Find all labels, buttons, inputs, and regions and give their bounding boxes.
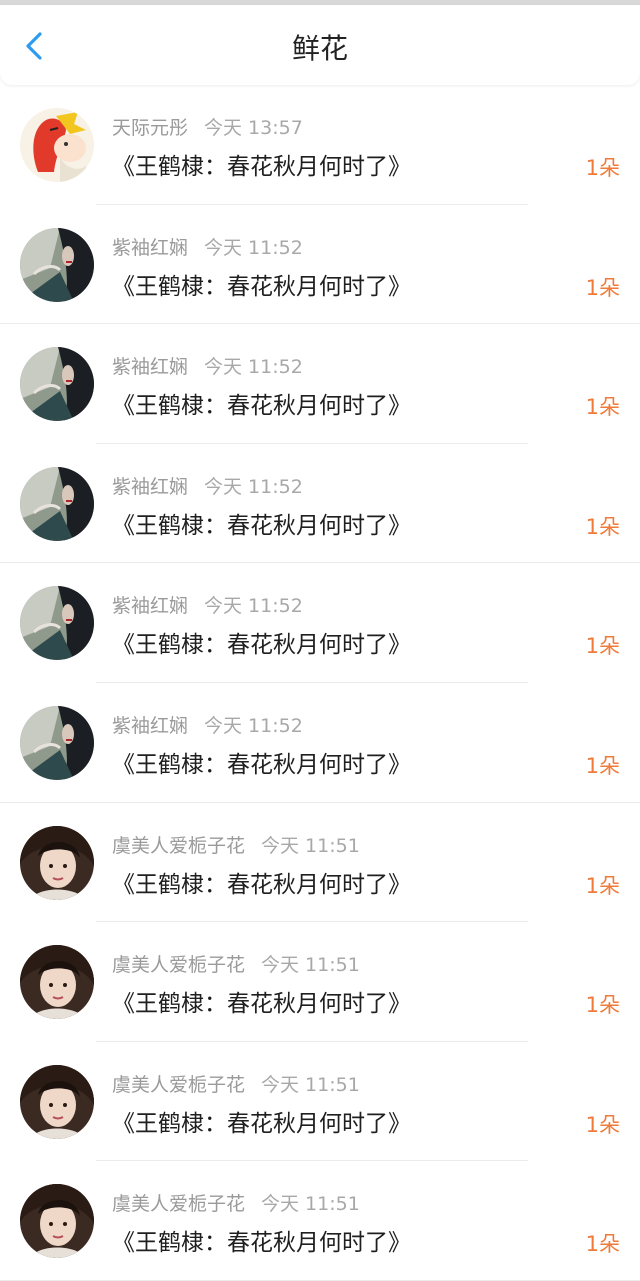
timestamp: 今天 11:52 [204,714,303,737]
page-title: 鲜花 [291,32,348,65]
username[interactable]: 虞美人爱栀子花 [112,954,245,976]
avatar[interactable] [20,347,94,422]
username[interactable]: 紫袖红娴 [112,237,188,259]
nav-header: 鲜花 [0,5,640,85]
list-item[interactable]: 紫袖红娴 今天 11:52 《王鹤棣：春花秋月何时了》 1朵 [0,563,640,683]
flower-count: 1朵 [585,873,620,898]
timestamp: 今天 11:51 [261,1073,360,1096]
avatar[interactable] [20,945,94,1020]
flower-count: 1朵 [585,753,620,778]
flower-count: 1朵 [585,993,620,1018]
username[interactable]: 紫袖红娴 [112,595,188,617]
avatar[interactable] [20,227,94,302]
timestamp: 今天 11:52 [204,475,303,498]
username[interactable]: 虞美人爱栀子花 [112,1193,245,1215]
flower-count: 1朵 [585,275,620,300]
timestamp: 今天 11:51 [261,1193,360,1216]
work-title[interactable]: 《王鹤棣：春花秋月何时了》 [112,625,411,659]
list-item[interactable]: 虞美人爱栀子花 今天 11:51 《王鹤棣：春花秋月何时了》 1朵 [0,1161,640,1281]
work-title[interactable]: 《王鹤棣：春花秋月何时了》 [112,386,411,420]
flower-count: 1朵 [585,1232,620,1257]
item-meta: 紫袖红娴 今天 11:52 [112,233,303,260]
work-title[interactable]: 《王鹤棣：春花秋月何时了》 [112,745,411,779]
list-item[interactable]: 紫袖红娴 今天 11:52 《王鹤棣：春花秋月何时了》 1朵 [0,444,640,564]
item-meta: 紫袖红娴 今天 11:52 [112,472,303,499]
timestamp: 今天 11:51 [261,954,360,977]
flower-count: 1朵 [585,156,620,180]
item-meta: 紫袖红娴 今天 11:52 [112,591,303,618]
work-title[interactable]: 《王鹤棣：春花秋月何时了》 [112,506,411,540]
avatar[interactable] [20,1184,94,1259]
item-meta: 紫袖红娴 今天 11:52 [112,711,303,738]
flower-count: 1朵 [585,1112,620,1137]
timestamp: 今天 13:57 [204,117,303,139]
timestamp: 今天 11:52 [204,356,303,379]
avatar[interactable] [20,1064,94,1139]
username[interactable]: 虞美人爱栀子花 [112,1074,245,1096]
avatar[interactable] [20,825,94,900]
item-meta: 虞美人爱栀子花 今天 11:51 [112,950,360,977]
list-item[interactable]: 虞美人爱栀子花 今天 11:51 《王鹤棣：春花秋月何时了》 1朵 [0,1042,640,1162]
flower-list: 天际元彤 今天 13:57 《王鹤棣：春花秋月何时了》 1朵 紫袖红娴 今天 11:52 《… [0,85,640,1281]
list-item[interactable]: 天际元彤 今天 13:57 《王鹤棣：春花秋月何时了》 1朵 [0,85,640,205]
work-title[interactable]: 《王鹤棣：春花秋月何时了》 [112,865,411,899]
timestamp: 今天 11:52 [204,236,303,259]
timestamp: 今天 11:51 [261,834,360,857]
avatar[interactable] [20,586,94,661]
flower-count: 1朵 [585,514,620,539]
work-title[interactable]: 《王鹤棣：春花秋月何时了》 [112,1223,411,1257]
item-meta: 虞美人爱栀子花 今天 11:51 [112,831,360,858]
avatar[interactable] [20,108,94,182]
username[interactable]: 虞美人爱栀子花 [112,835,245,857]
work-title[interactable]: 《王鹤棣：春花秋月何时了》 [112,147,411,181]
flower-count: 1朵 [585,634,620,659]
flower-count: 1朵 [585,395,620,420]
username[interactable]: 紫袖红娴 [112,476,188,498]
username[interactable]: 紫袖红娴 [112,715,188,737]
work-title[interactable]: 《王鹤棣：春花秋月何时了》 [112,1104,411,1138]
item-meta: 虞美人爱栀子花 今天 11:51 [112,1189,360,1216]
work-title[interactable]: 《王鹤棣：春花秋月何时了》 [112,267,411,301]
item-meta: 虞美人爱栀子花 今天 11:51 [112,1070,360,1097]
avatar[interactable] [20,705,94,780]
avatar[interactable] [20,466,94,541]
list-item[interactable]: 紫袖红娴 今天 11:52 《王鹤棣：春花秋月何时了》 1朵 [0,683,640,803]
list-item[interactable]: 虞美人爱栀子花 今天 11:51 《王鹤棣：春花秋月何时了》 1朵 [0,922,640,1042]
item-meta: 天际元彤 今天 13:57 [112,113,303,140]
list-item[interactable]: 紫袖红娴 今天 11:52 《王鹤棣：春花秋月何时了》 1朵 [0,205,640,325]
list-item[interactable]: 紫袖红娴 今天 11:52 《王鹤棣：春花秋月何时了》 1朵 [0,324,640,444]
username[interactable]: 紫袖红娴 [112,356,188,378]
timestamp: 今天 11:52 [204,595,303,618]
work-title[interactable]: 《王鹤棣：春花秋月何时了》 [112,984,411,1018]
username[interactable]: 天际元彤 [112,117,188,139]
item-meta: 紫袖红娴 今天 11:52 [112,352,303,379]
list-item[interactable]: 虞美人爱栀子花 今天 11:51 《王鹤棣：春花秋月何时了》 1朵 [0,803,640,923]
